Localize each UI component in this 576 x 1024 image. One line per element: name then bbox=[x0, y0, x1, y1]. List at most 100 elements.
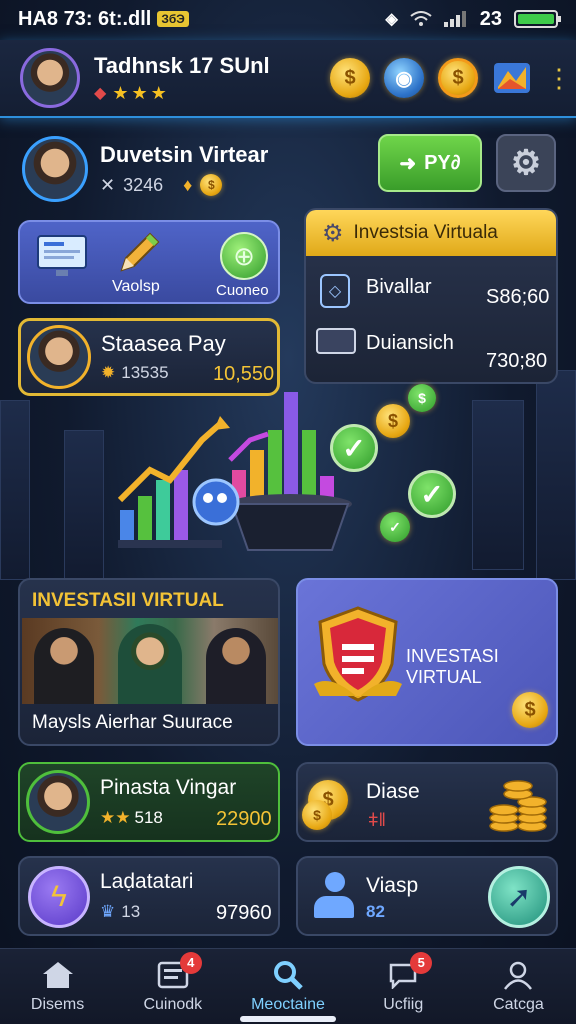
battery-icon bbox=[514, 10, 561, 28]
tools-right-label: Cuoneo bbox=[216, 282, 269, 299]
invest-row-value: S86;60 bbox=[486, 286, 550, 308]
nav-label: Meoctaine bbox=[251, 995, 325, 1013]
invest-panel-header[interactable]: ⚙ Investsia Virtuala bbox=[306, 210, 556, 256]
map-icon[interactable] bbox=[492, 59, 532, 97]
chat-bubble-icon: 5 bbox=[386, 951, 433, 990]
floating-coin-icon: $ bbox=[408, 384, 436, 412]
coin-icon: $ bbox=[302, 800, 332, 830]
medal-icon[interactable]: $ bbox=[438, 58, 478, 98]
shield-badge-icon bbox=[314, 606, 402, 702]
nav-item-profile[interactable]: Catcga bbox=[461, 949, 576, 1024]
home-icon bbox=[41, 960, 75, 990]
coin-icon: $ bbox=[512, 692, 548, 728]
player-avatar bbox=[26, 770, 90, 834]
status-right-text: 23 bbox=[479, 7, 502, 30]
profile-stat: 3246 bbox=[123, 174, 164, 195]
tool-icon: ǂ‖ bbox=[368, 810, 386, 830]
player-name: Pinasta Vingar bbox=[100, 776, 237, 799]
gear-icon: ⚙ bbox=[510, 144, 542, 182]
lightning-name: Laḍatatari bbox=[100, 870, 194, 893]
player-card[interactable]: Pinasta Vingar ★★ 518 22900 bbox=[18, 762, 280, 842]
player-value: 22900 bbox=[216, 808, 272, 830]
wifi-icon bbox=[410, 11, 432, 26]
notification-badge: 4 bbox=[179, 951, 202, 974]
swords-icon: ✕ bbox=[100, 174, 116, 195]
star-icon: ★★ bbox=[100, 808, 131, 827]
nav-label: Disems bbox=[30, 995, 85, 1013]
header-avatar[interactable] bbox=[20, 48, 80, 108]
shield-card[interactable]: INVESTASI VIRTUAL $ bbox=[296, 578, 558, 746]
person-icon bbox=[314, 872, 356, 920]
shield-card-title: INVESTASI VIRTUAL bbox=[406, 646, 499, 687]
city-building bbox=[472, 400, 524, 570]
pay-action-label: PY∂ bbox=[424, 151, 461, 174]
compass-icon[interactable]: ◉ bbox=[384, 58, 424, 98]
person-avatar bbox=[118, 624, 182, 704]
invest-panel: ⚙ Investsia Virtuala ◇ Bivallar S86;60 D… bbox=[304, 208, 558, 384]
send-icon: ➜ bbox=[399, 152, 417, 175]
cog-icon: ⚙ bbox=[322, 219, 344, 247]
header-username: Tadhnsk 17 SUnl bbox=[94, 52, 270, 78]
profile-avatar[interactable] bbox=[22, 136, 88, 202]
more-menu-icon[interactable]: ⋮ bbox=[546, 65, 572, 91]
city-building bbox=[536, 370, 576, 580]
diase-card[interactable]: $ $ Diase ǂ‖ bbox=[296, 762, 558, 842]
invest-row-value: 730;80 bbox=[486, 350, 548, 372]
check-badge-icon: ✓ bbox=[408, 470, 456, 518]
gold-coins-icon bbox=[489, 780, 547, 832]
pay-action-button[interactable]: ➜ PY∂ bbox=[378, 134, 482, 192]
check-badge-icon: ✓ bbox=[330, 424, 378, 472]
bag-icon: ♦ bbox=[183, 174, 193, 195]
crown-icon: ♛ bbox=[100, 902, 116, 921]
player-stat: 518 bbox=[134, 808, 163, 827]
arrow-circle-icon[interactable]: ➚ bbox=[488, 866, 550, 928]
status-bar: HA8 73: 6t:.dll ЗбЭ ◈ 23 bbox=[0, 0, 576, 38]
pencil-icon bbox=[120, 232, 160, 272]
team-photo bbox=[22, 618, 278, 704]
vibrate-icon: ◈ bbox=[385, 11, 398, 28]
team-card-title: INVESTASII VIRTUAL bbox=[32, 590, 224, 611]
tools-left-label: Vaolsp bbox=[112, 278, 160, 295]
document-icon: 4 bbox=[156, 951, 202, 990]
diase-name: Diase bbox=[366, 780, 420, 803]
dollar-coin-icon[interactable]: $ bbox=[330, 58, 370, 98]
badge-icon: ◆ bbox=[94, 85, 107, 102]
lightning-card[interactable]: ϟ Laḍatatari ♛ 13 97960 bbox=[18, 856, 280, 936]
nav-item-search[interactable]: Meoctaine bbox=[230, 949, 345, 1024]
nav-item-news[interactable]: 4 Cuinodk bbox=[115, 949, 230, 1024]
lightning-icon: ϟ bbox=[28, 866, 90, 928]
person-avatar bbox=[206, 628, 266, 704]
nav-item-home[interactable]: Disems bbox=[0, 949, 115, 1024]
growth-chart-illustration bbox=[117, 392, 352, 551]
pay-name: Staasea Pay bbox=[101, 331, 226, 356]
device-icon bbox=[316, 328, 356, 354]
pay-avatar bbox=[27, 325, 91, 389]
user-icon bbox=[501, 960, 535, 990]
person-avatar bbox=[34, 628, 94, 704]
invest-panel-title: Investsia Virtuala bbox=[353, 222, 498, 243]
bottom-navigation: Disems 4 Cuinodk Meoctaine 5 Ucfiig Catc… bbox=[0, 948, 576, 1024]
nav-label: Ucfiig bbox=[383, 995, 424, 1013]
team-card-caption: Maysls Aierhar Suurace bbox=[32, 712, 233, 733]
viasp-name: Viasp bbox=[366, 874, 419, 897]
city-building bbox=[0, 400, 30, 580]
nav-label: Catcga bbox=[493, 995, 544, 1013]
team-card[interactable]: INVESTASII VIRTUAL Maysls Aierhar Suurac… bbox=[18, 578, 280, 746]
search-icon bbox=[271, 960, 305, 990]
nav-label: Cuinodk bbox=[143, 995, 203, 1013]
app-header: Tadhnsk 17 SUnl ◆ ★★★ $ ◉ $ ⋮ bbox=[0, 40, 576, 118]
floating-coin-icon: $ bbox=[376, 404, 410, 438]
settings-button[interactable]: ⚙ bbox=[496, 134, 556, 192]
globe-icon: ⊕ bbox=[220, 232, 268, 280]
tools-card[interactable]: Vaolsp ⊕ Cuoneo bbox=[18, 220, 280, 304]
profile-name: Duvetsin Virtear bbox=[100, 142, 269, 167]
viasp-stat: 82 bbox=[366, 902, 385, 921]
monitor-icon bbox=[37, 235, 87, 276]
shield-outline-icon: ◇ bbox=[320, 274, 350, 308]
rating-stars: ★★★ bbox=[112, 82, 170, 103]
lightning-stat: 13 bbox=[121, 902, 141, 921]
coin-icon: $ bbox=[200, 174, 223, 196]
lightning-value: 97960 bbox=[216, 902, 272, 924]
viasp-card[interactable]: Viasp 82 ➚ bbox=[296, 856, 558, 936]
nav-item-chat[interactable]: 5 Ucfiig bbox=[346, 949, 461, 1024]
